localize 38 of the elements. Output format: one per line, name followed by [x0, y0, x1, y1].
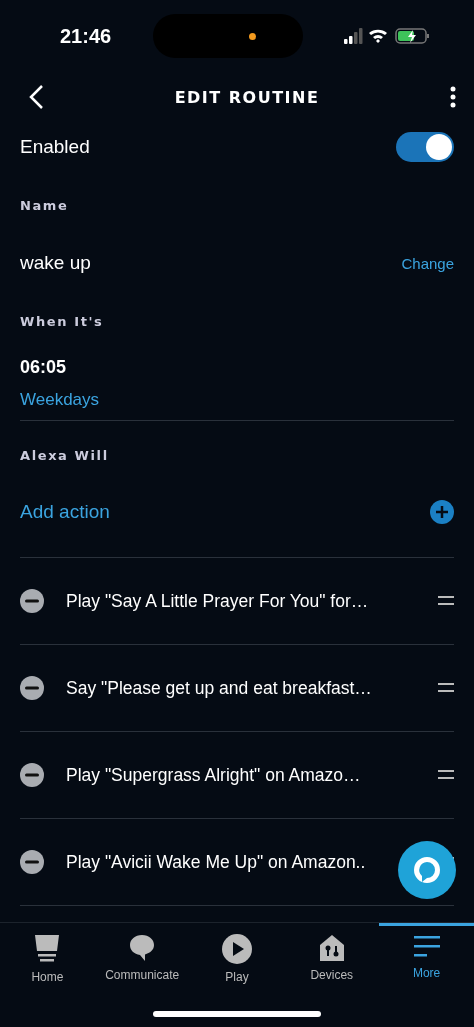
status-time: 21:46	[60, 24, 112, 48]
section-label: When It's	[20, 313, 104, 329]
action-text[interactable]: Say "Please get up and eat breakfast…	[66, 677, 372, 699]
tab-bar-item[interactable]: Devices	[284, 923, 380, 987]
tab-bar-item[interactable]: Play	[189, 923, 285, 987]
tab-bar-item[interactable]: Home	[0, 923, 95, 987]
alexa-button[interactable]	[398, 841, 456, 899]
alexa-icon	[412, 855, 442, 885]
back-icon	[28, 84, 44, 110]
wifi-icon	[369, 29, 387, 43]
routine-time: 06:05	[20, 356, 67, 378]
play-icon	[222, 934, 252, 964]
page-title: EDIT ROUTINE	[174, 87, 320, 107]
speech-bubble-icon	[129, 934, 156, 962]
action-text[interactable]: Play "Supergrass Alright" on Amazo…	[66, 764, 361, 786]
change-link[interactable]: Change	[401, 254, 454, 272]
enabled-toggle[interactable]	[396, 132, 454, 162]
remove-icon[interactable]	[20, 676, 44, 700]
devices-icon	[318, 934, 345, 962]
tab-bar-item[interactable]: Communicate	[94, 923, 190, 987]
enabled-label: Enabled	[20, 136, 90, 158]
action-text[interactable]: Play "Say A Little Prayer For You" for…	[66, 590, 369, 612]
signal-icon	[344, 28, 363, 44]
section-label: Alexa Will	[20, 447, 109, 463]
battery-icon	[395, 28, 429, 44]
add-icon[interactable]	[430, 500, 454, 524]
menu-icon	[412, 934, 441, 960]
routine-name: wake up	[20, 252, 91, 274]
action-text[interactable]: Play "Avicii Wake Me Up" on Amazon..	[66, 851, 366, 873]
remove-icon[interactable]	[20, 589, 44, 613]
tab-bar-item[interactable]: More	[379, 923, 474, 987]
days-link[interactable]: Weekdays	[20, 390, 100, 410]
remove-icon[interactable]	[20, 850, 44, 874]
add-action-link[interactable]: Add action	[20, 501, 110, 523]
section-label: Name	[20, 197, 69, 213]
home-icon	[34, 934, 61, 964]
remove-icon[interactable]	[20, 763, 44, 787]
kebab-menu-icon	[450, 86, 456, 108]
